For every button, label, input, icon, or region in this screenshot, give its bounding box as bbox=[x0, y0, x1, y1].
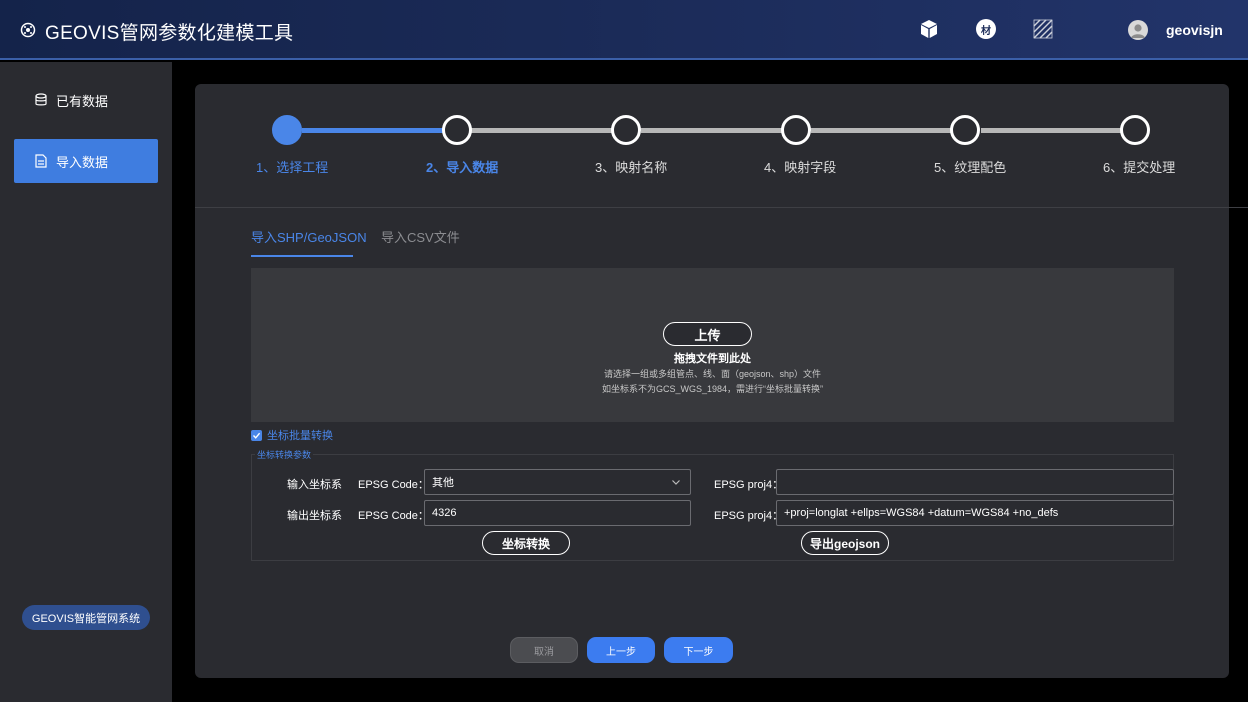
stepper: 1、选择工程 2、导入数据 3、映射名称 4、映射字段 5、纹理配色 6、提交处… bbox=[195, 84, 1229, 207]
step-1-label: 1、选择工程 bbox=[256, 160, 329, 175]
input-epsg-code-value: 其他 bbox=[432, 477, 454, 489]
coord-params-legend: 坐标转换参数 bbox=[255, 448, 314, 461]
batch-convert-label: 坐标批量转换 bbox=[267, 430, 333, 442]
output-epsg-proj4-label: EPSG proj4： bbox=[714, 510, 784, 522]
app-header: GEOVIS管网参数化建模工具 材 geovisjn bbox=[0, 0, 1248, 60]
batch-convert-checkbox-row[interactable]: 坐标批量转换 bbox=[251, 427, 333, 443]
sidebar-item-label: 导入数据 bbox=[56, 154, 109, 170]
prev-step-button[interactable]: 上一步 bbox=[587, 637, 655, 663]
output-epsg-code-field[interactable]: 4326 bbox=[424, 500, 691, 526]
export-geojson-button[interactable]: 导出geojson bbox=[801, 531, 889, 555]
step-connector bbox=[302, 128, 451, 133]
chevron-down-icon bbox=[672, 480, 680, 485]
step-4-circle[interactable] bbox=[781, 115, 811, 145]
main-panel: 1、选择工程 2、导入数据 3、映射名称 4、映射字段 5、纹理配色 6、提交处… bbox=[195, 84, 1248, 678]
step-2-circle[interactable] bbox=[442, 115, 472, 145]
cancel-button[interactable]: 取消 bbox=[510, 637, 578, 663]
dropzone-hint-2: 如坐标系不为GCS_WGS_1984，需进行“坐标批量转换” bbox=[601, 384, 824, 394]
material-icon[interactable]: 材 bbox=[975, 18, 997, 40]
input-crs-label: 输入坐标系 bbox=[287, 479, 342, 491]
step-1-circle[interactable] bbox=[272, 115, 302, 145]
output-epsg-code-label: EPSG Code： bbox=[358, 510, 429, 522]
step-4-label: 4、映射字段 bbox=[764, 160, 837, 175]
material-glyph: 材 bbox=[976, 19, 996, 39]
texture-hatch-icon[interactable] bbox=[1032, 18, 1054, 40]
sidebar: 已有数据 导入数据 GEOVIS智能管网系统 bbox=[0, 62, 172, 702]
step-2-label: 2、导入数据 bbox=[426, 160, 499, 175]
input-epsg-code-select[interactable]: 其他 bbox=[424, 469, 691, 495]
input-epsg-proj4-field[interactable] bbox=[776, 469, 1174, 495]
check-icon bbox=[252, 432, 261, 439]
step-3-circle[interactable] bbox=[611, 115, 641, 145]
dropzone-title: 拖拽文件到此处 bbox=[674, 353, 751, 365]
step-6-label: 6、提交处理 bbox=[1103, 160, 1176, 175]
globe-logo-icon bbox=[20, 22, 36, 38]
output-proj4-value: +proj=longlat +ellps=WGS84 +datum=WGS84 … bbox=[784, 507, 1059, 519]
app-title: GEOVIS管网参数化建模工具 bbox=[45, 23, 294, 44]
output-epsg-code-value: 4326 bbox=[432, 507, 457, 519]
upload-dropzone[interactable]: 上传 拖拽文件到此处 请选择一组或多组管点、线、面（geojson、shp）文件… bbox=[251, 268, 1174, 422]
sidebar-item-label: 已有数据 bbox=[56, 93, 109, 109]
user-name[interactable]: geovisjn bbox=[1166, 22, 1223, 38]
user-avatar-icon[interactable] bbox=[1128, 20, 1148, 40]
coord-convert-button[interactable]: 坐标转换 bbox=[482, 531, 570, 555]
step-connector bbox=[471, 128, 621, 133]
active-tab-indicator bbox=[251, 255, 353, 257]
next-step-button[interactable]: 下一步 bbox=[664, 637, 733, 663]
dropzone-hint-1: 请选择一组或多组管点、线、面（geojson、shp）文件 bbox=[603, 369, 822, 379]
input-epsg-proj4-label: EPSG proj4： bbox=[714, 479, 784, 491]
cube-icon[interactable] bbox=[918, 18, 940, 40]
sidebar-item-existing-data[interactable]: 已有数据 bbox=[14, 78, 158, 122]
step-5-circle[interactable] bbox=[950, 115, 980, 145]
import-file-icon bbox=[34, 154, 48, 168]
tab-import-csv[interactable]: 导入CSV文件 bbox=[381, 227, 460, 246]
database-icon bbox=[34, 93, 48, 107]
step-connector bbox=[811, 128, 961, 133]
step-5-label: 5、纹理配色 bbox=[934, 160, 1007, 175]
upload-button[interactable]: 上传 bbox=[663, 322, 752, 346]
input-epsg-code-label: EPSG Code： bbox=[358, 479, 429, 491]
sidebar-item-import-data[interactable]: 导入数据 bbox=[14, 139, 158, 183]
output-crs-label: 输出坐标系 bbox=[287, 510, 342, 522]
system-badge[interactable]: GEOVIS智能管网系统 bbox=[22, 605, 150, 630]
step-connector bbox=[641, 128, 791, 133]
tab-import-shp-geojson[interactable]: 导入SHP/GeoJSON bbox=[251, 227, 367, 246]
step-connector bbox=[981, 128, 1131, 133]
output-epsg-proj4-field[interactable]: +proj=longlat +ellps=WGS84 +datum=WGS84 … bbox=[776, 500, 1174, 526]
step-6-circle[interactable] bbox=[1120, 115, 1150, 145]
steps-divider bbox=[195, 207, 1248, 208]
step-3-label: 3、映射名称 bbox=[595, 160, 668, 175]
batch-convert-checkbox[interactable] bbox=[251, 429, 262, 441]
